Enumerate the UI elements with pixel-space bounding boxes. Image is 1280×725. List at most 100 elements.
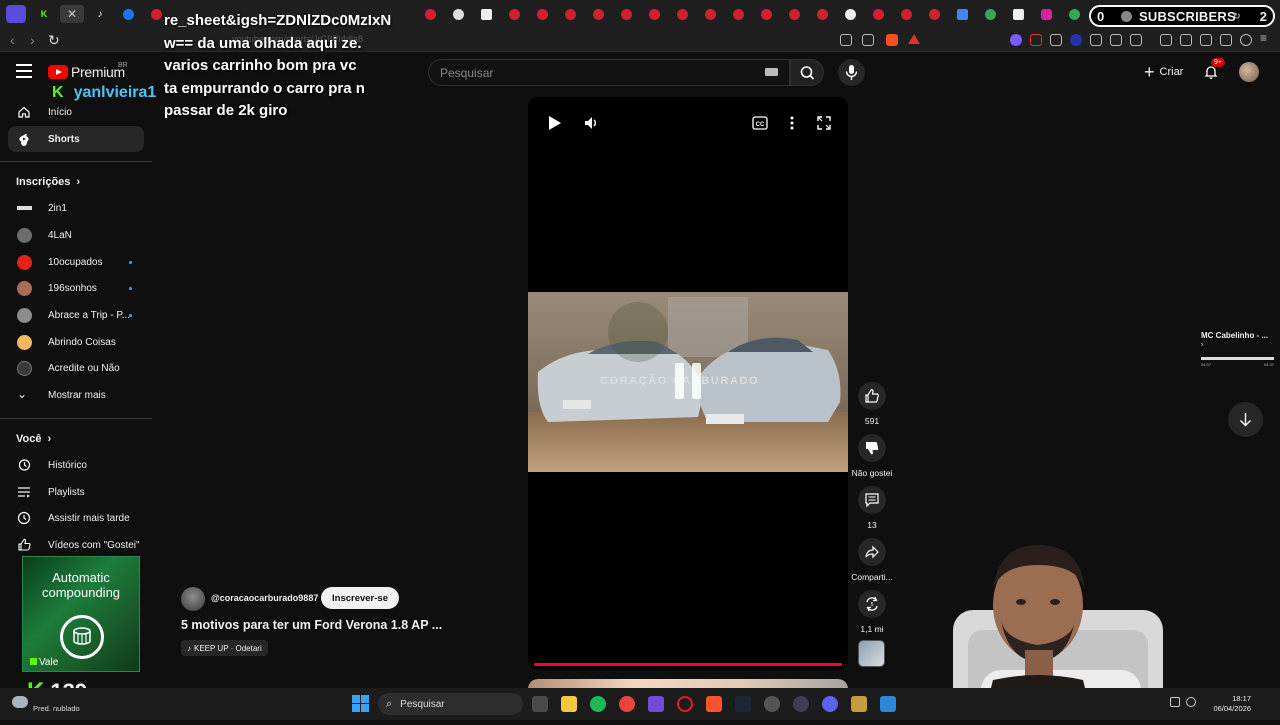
video-title[interactable]: 5 motivos para ter um Ford Verona 1.8 AP… xyxy=(181,618,442,632)
sidebar-item-subscription[interactable]: Abrindo Coisas xyxy=(8,329,144,355)
tab-facebook[interactable] xyxy=(118,5,138,23)
sidebar-item-watch-later[interactable]: Assistir mais tarde xyxy=(8,505,144,531)
tab-youtube[interactable] xyxy=(146,5,166,23)
league-icon[interactable] xyxy=(851,696,867,712)
spotify-icon[interactable] xyxy=(590,696,606,712)
media-icon[interactable] xyxy=(1160,34,1172,46)
search-button[interactable] xyxy=(790,59,824,86)
windows-start-icon[interactable] xyxy=(352,695,369,712)
brave-shield-icon[interactable] xyxy=(886,34,898,46)
vpn-icon[interactable] xyxy=(1240,34,1252,46)
voice-search-button[interactable] xyxy=(838,59,865,86)
notifications-button[interactable]: 9+ xyxy=(1203,58,1225,80)
sidebar-item-subscription[interactable]: Abrace a Trip - P... xyxy=(8,302,144,328)
tab-youtube[interactable] xyxy=(700,5,720,23)
volume-tray-icon[interactable] xyxy=(1186,697,1196,707)
sidebar-item-history[interactable]: Histórico xyxy=(8,452,144,478)
wallet-icon[interactable] xyxy=(1200,34,1212,46)
taskbar-clock[interactable]: 18:17 06/04/2026 xyxy=(1205,694,1251,714)
steam-icon[interactable] xyxy=(735,696,751,712)
extension-icon[interactable] xyxy=(1070,34,1082,46)
search-input[interactable] xyxy=(429,60,749,85)
reload-icon[interactable]: ↻ xyxy=(48,32,60,49)
tab-youtube[interactable] xyxy=(644,5,664,23)
tab-close-icon[interactable]: ✕ xyxy=(60,5,84,23)
tab-tiktok[interactable]: ♪ xyxy=(90,5,110,23)
next-short-button[interactable] xyxy=(1228,402,1263,437)
tab-instagram[interactable] xyxy=(1036,5,1056,23)
tab-youtube[interactable] xyxy=(924,5,944,23)
channel-avatar[interactable] xyxy=(181,587,205,611)
chrome-icon[interactable] xyxy=(619,696,635,712)
tab-chrome[interactable] xyxy=(1064,5,1084,23)
back-icon[interactable]: ‹ xyxy=(10,32,15,48)
sound-thumbnail[interactable] xyxy=(858,640,885,667)
forward-icon[interactable]: › xyxy=(30,32,35,48)
volume-icon[interactable] xyxy=(583,115,599,131)
like-button[interactable] xyxy=(858,382,886,410)
tab-favicon[interactable] xyxy=(1008,5,1028,23)
sidebar-item-subscription[interactable]: 10ocupados xyxy=(8,249,144,275)
task-view-icon[interactable] xyxy=(532,696,548,712)
tab-youtube[interactable] xyxy=(812,5,832,23)
video-progress-bar[interactable] xyxy=(534,663,842,666)
tab-gmail[interactable] xyxy=(476,5,496,23)
sidebar-item-shorts[interactable]: Shorts xyxy=(8,126,144,152)
account-avatar[interactable] xyxy=(1239,62,1259,82)
taskbar-search[interactable]: ⌕ Pesquisar xyxy=(378,693,523,715)
sidebar-icon[interactable] xyxy=(1180,34,1192,46)
sidebar-item-home[interactable]: Início xyxy=(8,99,144,125)
sidebar-item-playlists[interactable]: Playlists xyxy=(8,479,144,505)
brave-icon[interactable] xyxy=(706,696,722,712)
you-heading[interactable]: Você › xyxy=(16,433,51,445)
cast-icon[interactable] xyxy=(840,34,852,46)
extension-icon[interactable] xyxy=(1010,34,1022,46)
weather-label[interactable]: Pred. nublado xyxy=(33,704,80,713)
tab-youtube[interactable] xyxy=(532,5,552,23)
more-vertical-icon[interactable] xyxy=(785,115,799,131)
extension-icon[interactable] xyxy=(1050,34,1062,46)
show-more-button[interactable]: ⌄ Mostrar mais xyxy=(8,382,144,408)
pause-icon[interactable] xyxy=(675,363,703,399)
sidebar-item-subscription[interactable]: 2in1 xyxy=(8,195,144,221)
tab-opera[interactable] xyxy=(420,5,440,23)
tab-opera[interactable] xyxy=(784,5,804,23)
keyboard-icon[interactable] xyxy=(765,68,778,76)
brave-rewards-icon[interactable] xyxy=(908,34,920,44)
tab-chrome[interactable] xyxy=(980,5,1000,23)
tab-youtube[interactable] xyxy=(588,5,608,23)
app-icon[interactable] xyxy=(793,696,809,712)
tab-opera[interactable] xyxy=(756,5,776,23)
sidebar-item-subscription[interactable]: Acredite ou Não xyxy=(8,355,144,381)
tab-youtube[interactable] xyxy=(616,5,636,23)
subscribe-button[interactable]: Inscrever-se xyxy=(321,587,399,609)
notepad-icon[interactable] xyxy=(880,696,896,712)
tab-youtube[interactable] xyxy=(728,5,748,23)
share-button[interactable] xyxy=(858,538,886,566)
create-button[interactable]: + Criar xyxy=(1136,60,1191,84)
sidebar-item-subscription[interactable]: 4LaN xyxy=(8,222,144,248)
opera-icon[interactable] xyxy=(677,696,693,712)
fullscreen-icon[interactable] xyxy=(816,115,832,131)
network-icon[interactable] xyxy=(1170,697,1180,707)
menu-icon[interactable]: ≡ xyxy=(1260,31,1272,45)
extension-icon[interactable] xyxy=(1090,34,1102,46)
discord-icon[interactable] xyxy=(822,696,838,712)
youtube-premium-logo[interactable]: Premium BR xyxy=(48,62,128,80)
extension-icon[interactable] xyxy=(1130,34,1142,46)
app-icon[interactable] xyxy=(648,696,664,712)
tab-translate[interactable] xyxy=(952,5,972,23)
tab-youtube[interactable] xyxy=(868,5,888,23)
tab-favicon[interactable] xyxy=(6,5,26,23)
play-icon[interactable] xyxy=(547,114,563,132)
subscriptions-heading[interactable]: Inscrições › xyxy=(16,176,80,188)
music-chip[interactable]: ♪ KEEP UP · Odetari xyxy=(181,640,268,656)
tab-kick[interactable]: K xyxy=(34,5,54,23)
file-explorer-icon[interactable] xyxy=(561,696,577,712)
tab-youtube[interactable] xyxy=(672,5,692,23)
share-page-icon[interactable] xyxy=(862,34,874,46)
tab-github[interactable] xyxy=(448,5,468,23)
sidebar-item-liked-videos[interactable]: Vídeos com "Gostei" xyxy=(8,532,144,558)
comments-button[interactable] xyxy=(858,486,886,514)
extension-icon[interactable] xyxy=(1030,34,1042,46)
